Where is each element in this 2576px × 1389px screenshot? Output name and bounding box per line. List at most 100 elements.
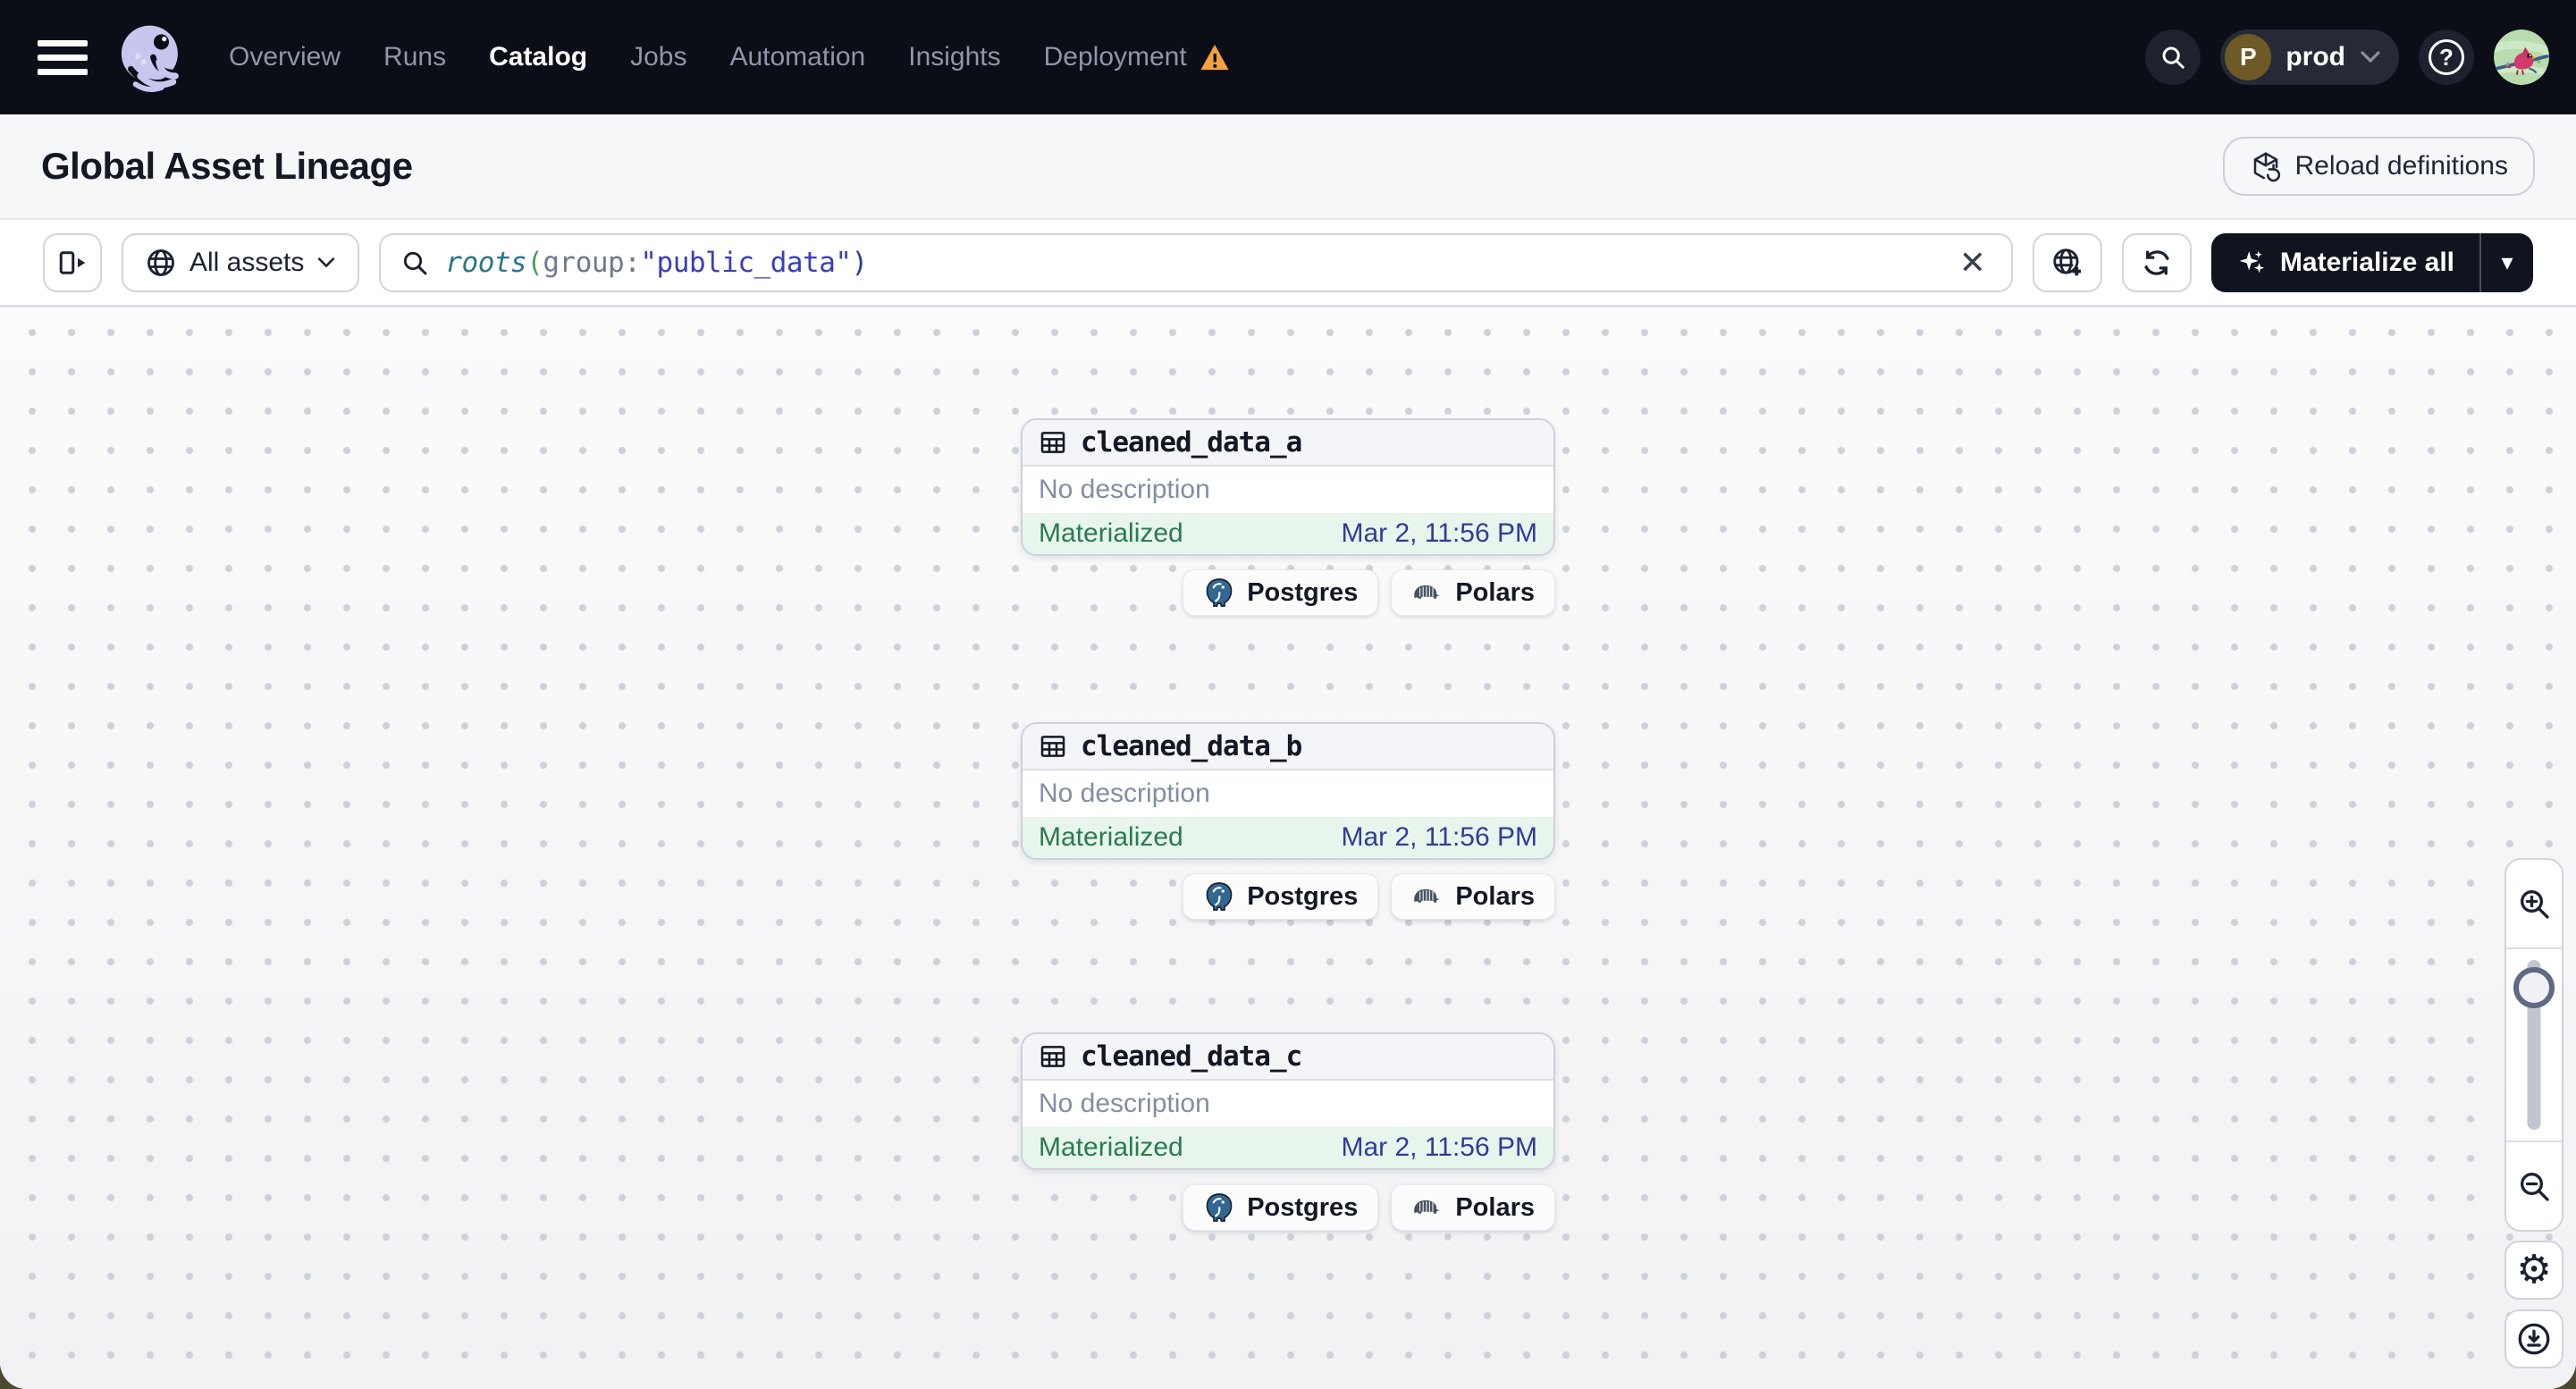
gear-icon: ⚙ — [2516, 1247, 2552, 1292]
environment-avatar: P — [2225, 34, 2272, 80]
asset-name: cleaned_data_a — [1081, 426, 1302, 459]
query-field: group — [543, 246, 625, 279]
asset-node-cleaned-data-c[interactable]: cleaned_data_c No description Materializ… — [1021, 1032, 1555, 1170]
asset-status-row: Materialized Mar 2, 11:56 PM — [1023, 817, 1553, 858]
tag-polars[interactable]: Polars — [1391, 873, 1555, 920]
materialized-timestamp[interactable]: Mar 2, 11:56 PM — [1341, 518, 1537, 549]
asset-node-header: cleaned_data_b — [1023, 724, 1553, 770]
deployment-warning-icon — [1200, 44, 1229, 71]
materialized-status: Materialized — [1039, 518, 1183, 548]
clear-query-button[interactable]: ✕ — [1954, 246, 1991, 279]
tag-label: Postgres — [1247, 881, 1359, 911]
refresh-icon — [2144, 249, 2169, 275]
toggle-sidebar-button[interactable] — [43, 232, 102, 292]
table-icon — [1040, 736, 1065, 757]
download-icon — [2518, 1323, 2550, 1355]
materialized-timestamp[interactable]: Mar 2, 11:56 PM — [1341, 1132, 1537, 1163]
user-avatar[interactable] — [2494, 29, 2549, 85]
chevron-down-icon — [318, 257, 335, 267]
asset-filter-dropdown[interactable]: All assets — [122, 232, 360, 292]
lineage-toolbar: All assets roots(group:"public_data") ✕ — [0, 220, 2576, 307]
zoom-in-button[interactable] — [2506, 860, 2562, 949]
graph-settings-button[interactable]: ⚙ — [2504, 1241, 2563, 1300]
tag-polars[interactable]: Polars — [1391, 1184, 1555, 1231]
dagster-logo-icon[interactable] — [114, 20, 189, 95]
zoom-out-button[interactable] — [2506, 1141, 2562, 1230]
tag-label: Postgres — [1247, 577, 1359, 607]
query-function: roots — [445, 246, 527, 279]
reload-definitions-button[interactable]: Reload definitions — [2222, 137, 2535, 196]
nav-item-deployment-label: Deployment — [1043, 42, 1187, 72]
postgres-icon — [1206, 882, 1233, 911]
asset-node-cleaned-data-b[interactable]: cleaned_data_b No description Materializ… — [1021, 722, 1555, 860]
zoom-control-group — [2504, 858, 2563, 1232]
nav-item-overview[interactable]: Overview — [229, 42, 341, 72]
nav-item-deployment[interactable]: Deployment — [1044, 42, 1230, 72]
materialized-timestamp[interactable]: Mar 2, 11:56 PM — [1341, 822, 1537, 853]
asset-description: No description — [1039, 1089, 1210, 1118]
nav-item-runs[interactable]: Runs — [383, 42, 446, 72]
environment-name: prod — [2286, 42, 2345, 72]
open-panel-icon — [59, 250, 86, 274]
top-navigation-bar: Overview Runs Catalog Jobs Automation In… — [0, 0, 2576, 114]
materialized-status: Materialized — [1039, 1132, 1183, 1162]
zoom-out-icon — [2521, 1173, 2549, 1201]
table-icon — [1040, 432, 1065, 453]
topnav-right-cluster: P prod ? — [2145, 29, 2549, 85]
asset-node-header: cleaned_data_c — [1023, 1034, 1553, 1081]
query-close-paren: ) — [851, 246, 869, 279]
nav-item-jobs[interactable]: Jobs — [630, 42, 686, 72]
materialize-options-caret[interactable]: ▾ — [2481, 233, 2533, 292]
tag-label: Polars — [1455, 577, 1535, 607]
nav-item-catalog[interactable]: Catalog — [489, 42, 587, 72]
asset-status-row: Materialized Mar 2, 11:56 PM — [1023, 1127, 1553, 1168]
asset-node-cleaned-data-a[interactable]: cleaned_data_a No description Materializ… — [1021, 418, 1555, 556]
globe-plus-icon — [2053, 248, 2081, 275]
materialize-all-button-group: Materialize all ▾ — [2210, 232, 2533, 292]
tag-label: Postgres — [1247, 1192, 1359, 1222]
help-button[interactable]: ? — [2419, 29, 2474, 85]
hamburger-menu-icon[interactable] — [38, 29, 95, 86]
screen: Overview Runs Catalog Jobs Automation In… — [0, 0, 2576, 1389]
asset-status-row: Materialized Mar 2, 11:56 PM — [1023, 513, 1553, 554]
search-button[interactable] — [2145, 29, 2201, 85]
asset-name: cleaned_data_c — [1081, 1040, 1302, 1073]
tag-polars[interactable]: Polars — [1391, 569, 1555, 616]
nav-item-automation[interactable]: Automation — [729, 42, 865, 72]
polars-icon — [1414, 585, 1440, 599]
deployment-switcher[interactable]: P prod — [2220, 29, 2399, 85]
asset-node-tags: Postgres Polars — [1021, 1184, 1555, 1231]
chevron-down-icon — [2361, 51, 2380, 63]
tag-label: Polars — [1455, 1192, 1535, 1222]
reload-definitions-icon — [2253, 152, 2280, 182]
page-title: Global Asset Lineage — [41, 145, 413, 187]
materialize-all-label: Materialize all — [2279, 247, 2454, 277]
refresh-button[interactable] — [2121, 232, 2192, 292]
polars-icon — [1414, 1200, 1440, 1214]
nav-item-insights[interactable]: Insights — [908, 42, 1000, 72]
asset-name: cleaned_data_b — [1081, 730, 1302, 762]
lineage-canvas[interactable]: cleaned_data_a No description Materializ… — [0, 307, 2576, 1389]
tag-postgres[interactable]: Postgres — [1183, 569, 1379, 616]
search-icon — [2162, 46, 2185, 69]
tag-postgres[interactable]: Postgres — [1183, 1184, 1379, 1231]
asset-selection-input[interactable]: roots(group:"public_data") ✕ — [379, 232, 2013, 292]
query-colon: : — [624, 246, 641, 279]
dagster-app-window: Overview Runs Catalog Jobs Automation In… — [0, 0, 2576, 1389]
postgres-icon — [1206, 1193, 1233, 1222]
materialize-all-button[interactable]: Materialize all — [2211, 233, 2479, 292]
view-full-graph-button[interactable] — [2032, 232, 2102, 292]
tag-label: Polars — [1455, 881, 1535, 911]
zoom-slider[interactable] — [2506, 949, 2562, 1141]
help-icon: ? — [2429, 39, 2464, 75]
tag-postgres[interactable]: Postgres — [1183, 873, 1379, 920]
download-graph-button[interactable] — [2504, 1309, 2563, 1368]
postgres-icon — [1206, 578, 1233, 607]
asset-description: No description — [1039, 779, 1210, 808]
asset-node-header: cleaned_data_a — [1023, 420, 1553, 467]
zoom-in-icon — [2521, 890, 2549, 919]
query-open-paren: ( — [526, 246, 543, 279]
reload-definitions-label: Reload definitions — [2294, 151, 2509, 181]
zoom-slider-thumb[interactable] — [2513, 967, 2555, 1008]
table-icon — [1040, 1046, 1065, 1067]
